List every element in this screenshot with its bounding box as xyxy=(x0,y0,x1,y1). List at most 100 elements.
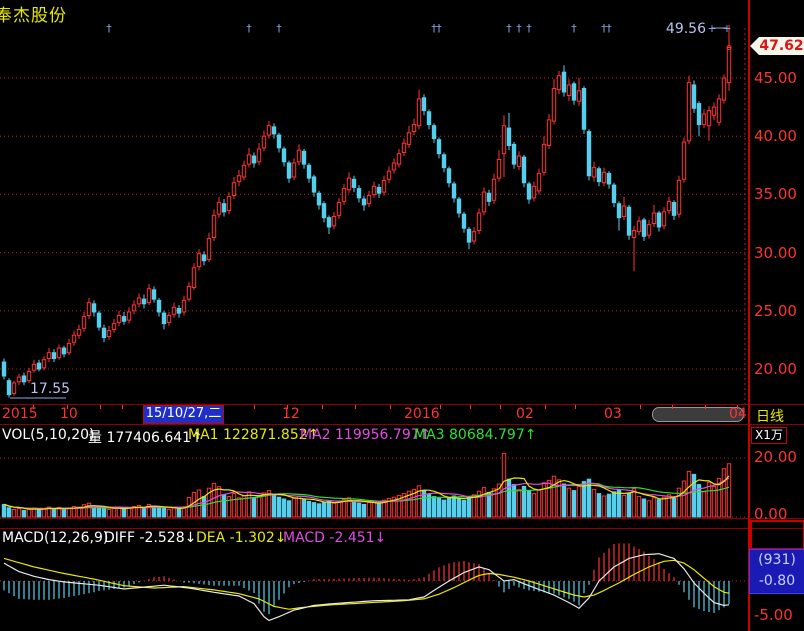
volume-bar xyxy=(512,485,515,517)
candle-body xyxy=(612,185,615,202)
candle-body xyxy=(677,180,680,214)
date-label: 04 xyxy=(729,406,747,422)
volume-bar xyxy=(547,480,550,517)
date-label: 02 xyxy=(516,406,534,422)
macd-dea-label: DEA -1.302↓ xyxy=(196,530,287,546)
candle-body xyxy=(267,126,270,135)
candle-body xyxy=(97,313,100,327)
date-axis[interactable]: 201510122016020304 15/10/27,二 xyxy=(0,405,804,424)
macd-axis-min: -5.00 xyxy=(754,606,793,624)
volume-bar xyxy=(612,492,615,517)
volume-bar xyxy=(232,494,235,517)
volume-bar xyxy=(7,508,10,517)
date-label: 10 xyxy=(60,406,78,422)
candle-body xyxy=(477,213,480,230)
date-label: 12 xyxy=(282,406,300,422)
candle-body xyxy=(257,149,260,162)
candle-body xyxy=(467,229,470,242)
candle-body xyxy=(337,203,340,216)
volume-bar xyxy=(527,491,530,517)
candle-body xyxy=(137,298,140,304)
volume-bar xyxy=(507,479,510,517)
volume-bar xyxy=(472,495,475,517)
candle-body xyxy=(172,307,175,314)
candle-body xyxy=(102,328,105,337)
candle-body xyxy=(112,324,115,330)
candle-body xyxy=(147,289,150,303)
volume-bar xyxy=(582,482,585,517)
candle-body xyxy=(582,88,585,129)
volume-bar xyxy=(212,483,215,517)
vol-value-label: 量 177406.641↑ xyxy=(88,427,203,447)
volume-bar xyxy=(317,504,320,517)
price-axis-label: 35.00 xyxy=(754,185,804,203)
volume-bar xyxy=(687,471,690,517)
candle-body xyxy=(652,213,655,223)
volume-bar xyxy=(107,510,110,518)
candle-body xyxy=(142,299,145,304)
candle-body xyxy=(577,91,580,101)
candle-body xyxy=(212,215,215,237)
candle-body xyxy=(447,169,450,183)
volume-bar xyxy=(457,498,460,517)
volume-bar xyxy=(482,488,485,517)
candle-body xyxy=(497,159,500,178)
candle-body xyxy=(227,197,230,211)
candle-body xyxy=(37,363,40,369)
volume-bar xyxy=(377,504,380,517)
volume-bar xyxy=(502,453,505,517)
volume-bar xyxy=(312,503,315,517)
event-marker-icon: † xyxy=(506,22,512,35)
period-label[interactable]: 日线 xyxy=(756,406,784,426)
candle-body xyxy=(57,348,60,357)
volume-bar xyxy=(307,501,310,517)
volume-bar xyxy=(157,507,160,517)
price-axis-label: 20.00 xyxy=(754,360,804,378)
candle-body xyxy=(437,140,440,154)
separator-line xyxy=(0,424,804,425)
candle-body xyxy=(617,204,620,218)
candle-body xyxy=(672,203,675,216)
date-tick xyxy=(705,405,706,409)
volume-bar xyxy=(372,501,375,517)
event-marker-icon: † xyxy=(526,22,532,35)
candle-body xyxy=(187,286,190,299)
candle-body xyxy=(637,221,640,231)
candle-body xyxy=(67,343,70,352)
diff-line xyxy=(4,554,729,621)
candle-body xyxy=(692,85,695,108)
candle-body xyxy=(427,112,430,125)
volume-bar xyxy=(637,497,640,517)
candle-body xyxy=(327,218,330,227)
volume-bar xyxy=(367,503,370,517)
candle-body xyxy=(192,268,195,288)
candle-body xyxy=(712,107,715,115)
event-marker-icon: † xyxy=(276,22,282,35)
volume-bar xyxy=(357,503,360,517)
volume-bar xyxy=(92,507,95,517)
price-axis-label: 30.00 xyxy=(754,244,804,262)
candle-body xyxy=(452,184,455,198)
candle-body xyxy=(87,303,90,316)
candle-body xyxy=(457,199,460,213)
volume-bar xyxy=(597,494,600,517)
candle-body xyxy=(702,114,705,124)
candle-body xyxy=(82,317,85,329)
volume-bar xyxy=(17,509,20,517)
candle-body xyxy=(552,88,555,121)
price-axis-label: 40.00 xyxy=(754,127,804,145)
vol-ma3-label: MA3 80684.797↑ xyxy=(414,427,536,443)
volume-bar xyxy=(467,497,470,517)
candle-body xyxy=(587,132,590,176)
volume-bar xyxy=(627,493,630,517)
date-tick xyxy=(500,405,501,409)
price-chart-pane[interactable]: †††††††††††49.56++17.55 xyxy=(0,0,748,404)
macd-readout-box: (931) -0.80 xyxy=(749,549,804,594)
date-label: 03 xyxy=(604,406,622,422)
plus-marker-icon: + xyxy=(707,22,716,35)
candle-body xyxy=(132,305,135,311)
candle-body xyxy=(252,156,255,163)
readout-box xyxy=(750,520,804,550)
low-price-label: 17.55 xyxy=(30,381,70,397)
volume-unit-label: X1万 xyxy=(751,427,787,444)
